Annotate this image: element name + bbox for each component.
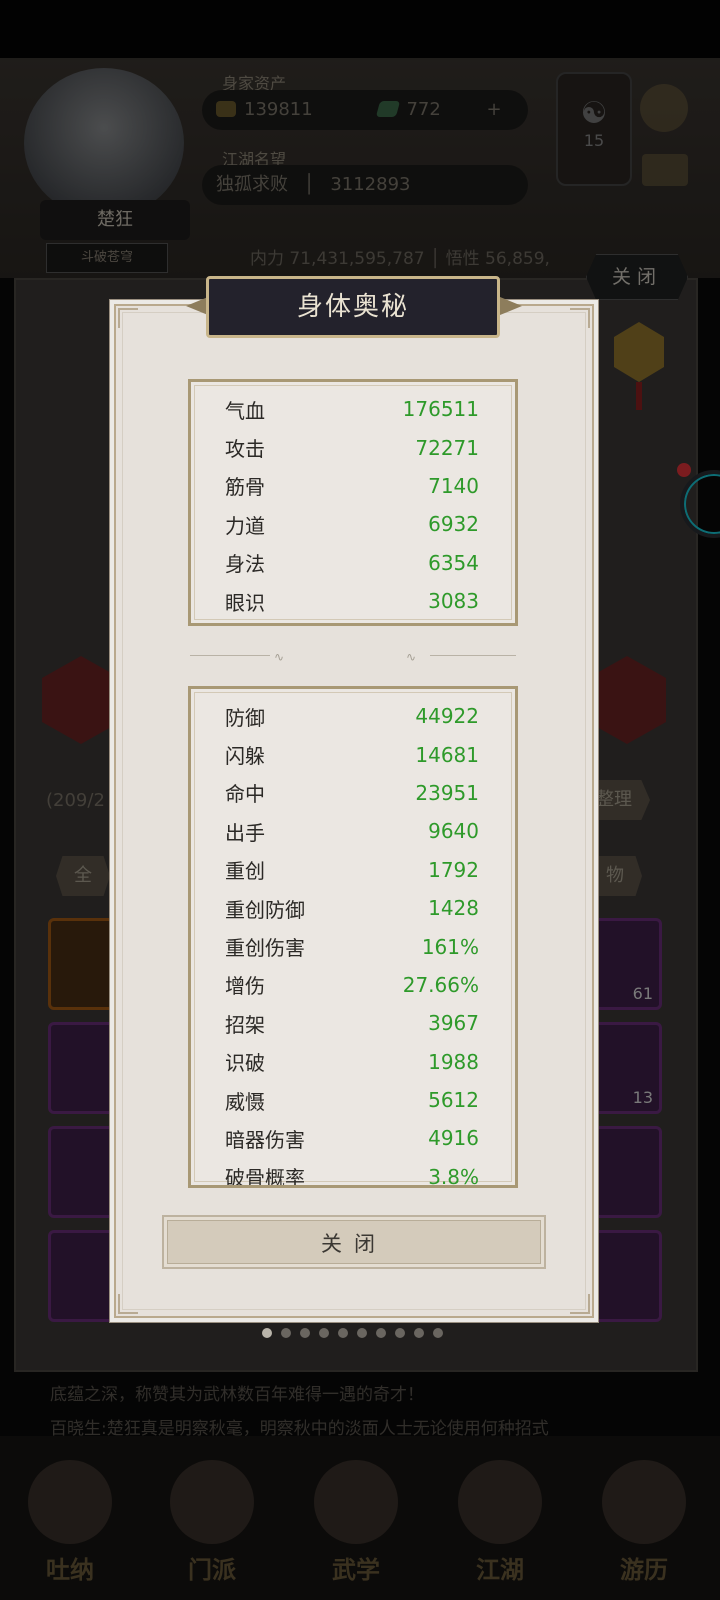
stat-name: 气血: [225, 398, 265, 423]
stat-name: 重创防御: [225, 897, 305, 922]
stat-row: 增伤 27.66%: [191, 966, 515, 1004]
stat-row: 命中 23951: [191, 774, 515, 812]
stat-value: 7140: [428, 473, 479, 498]
stat-row: 攻击 72271: [191, 428, 515, 466]
stat-value: 1988: [428, 1049, 479, 1074]
stat-value: 27.66%: [402, 972, 479, 997]
stat-row: 身法 6354: [191, 544, 515, 582]
stat-row: 识破 1988: [191, 1043, 515, 1081]
stat-value: 161%: [421, 934, 479, 959]
divider-line: [430, 655, 516, 656]
corner-ornament: [118, 308, 138, 328]
stat-row: 筋骨 7140: [191, 467, 515, 505]
stat-row: 力道 6932: [191, 505, 515, 543]
stat-value: 6932: [428, 512, 479, 537]
stat-name: 攻击: [225, 437, 265, 462]
page-dot: [414, 1328, 424, 1338]
secondary-stats-box[interactable]: 防御 44922 闪躲 14681 命中 23951 出手 9640 重创 1792 重创防御 142…: [188, 686, 518, 1188]
page-dot: [395, 1328, 405, 1338]
stat-name: 增伤: [225, 974, 265, 999]
stat-value: 176511: [402, 397, 479, 422]
page-dot: [338, 1328, 348, 1338]
corner-ornament: [118, 1294, 138, 1314]
stat-row: 重创防御 1428: [191, 889, 515, 927]
stat-row: 闪躲 14681: [191, 735, 515, 773]
stat-name: 命中: [225, 782, 265, 807]
page-dot: [281, 1328, 291, 1338]
stat-name: 力道: [225, 513, 265, 538]
secondary-stats-list[interactable]: 防御 44922 闪躲 14681 命中 23951 出手 9640 重创 1792 重创防御 142…: [191, 697, 515, 1188]
stat-value: 72271: [415, 435, 479, 460]
stat-value: 9640: [428, 819, 479, 844]
stat-name: 防御: [225, 705, 265, 730]
stat-value: 3967: [428, 1011, 479, 1036]
stat-name: 威慑: [225, 1089, 265, 1114]
stat-name: 暗器伤害: [225, 1127, 305, 1152]
stat-name: 招架: [225, 1012, 265, 1037]
stat-row: 威慑 5612: [191, 1081, 515, 1119]
page-dot: [300, 1328, 310, 1338]
stat-value: 23951: [415, 780, 479, 805]
stat-row: 防御 44922: [191, 697, 515, 735]
stat-name: 筋骨: [225, 475, 265, 500]
stat-name: 识破: [225, 1051, 265, 1076]
stat-name: 重创: [225, 859, 265, 884]
stat-name: 出手: [225, 820, 265, 845]
corner-ornament: [570, 308, 590, 328]
stat-name: 闪躲: [225, 744, 265, 769]
stat-value: 44922: [415, 704, 479, 729]
primary-stats-list: 气血 176511 攻击 72271 筋骨 7140 力道 6932 身法 6354 眼识 3083: [191, 390, 515, 620]
stat-row: 重创伤害 161%: [191, 927, 515, 965]
stat-row: 暗器伤害 4916: [191, 1119, 515, 1157]
page-dot: [319, 1328, 329, 1338]
stat-row: 重创 1792: [191, 851, 515, 889]
page-dot: [433, 1328, 443, 1338]
divider-ornament: ∿: [406, 650, 417, 664]
primary-stats-box: 气血 176511 攻击 72271 筋骨 7140 力道 6932 身法 6354 眼识 3083: [188, 379, 518, 626]
stat-value: 3083: [428, 589, 479, 614]
close-button[interactable]: 关闭: [162, 1215, 546, 1269]
page-dot: [376, 1328, 386, 1338]
divider-line: [190, 655, 270, 656]
page-indicator: [262, 1328, 443, 1338]
stat-value: 3.8%: [428, 1164, 479, 1188]
page-dot: [262, 1328, 272, 1338]
stat-value: 1428: [428, 896, 479, 921]
dialog-title: 身体奥秘: [206, 276, 500, 338]
section-divider: ∿ ∿: [190, 650, 520, 664]
stat-row: 眼识 3083: [191, 582, 515, 620]
stat-value: 14681: [415, 742, 479, 767]
stat-value: 1792: [428, 857, 479, 882]
stat-row: 破骨概率 3.8%: [191, 1158, 515, 1188]
stat-value: 6354: [428, 550, 479, 575]
divider-ornament: ∿: [274, 650, 285, 664]
page-dot: [357, 1328, 367, 1338]
stat-name: 重创伤害: [225, 936, 305, 961]
stat-name: 身法: [225, 552, 265, 577]
stat-row: 气血 176511: [191, 390, 515, 428]
stat-name: 眼识: [225, 590, 265, 615]
stat-row: 招架 3967: [191, 1004, 515, 1042]
corner-ornament: [570, 1294, 590, 1314]
stat-row: 出手 9640: [191, 812, 515, 850]
stat-value: 4916: [428, 1126, 479, 1151]
stat-value: 5612: [428, 1088, 479, 1113]
stat-name: 破骨概率: [225, 1166, 305, 1188]
